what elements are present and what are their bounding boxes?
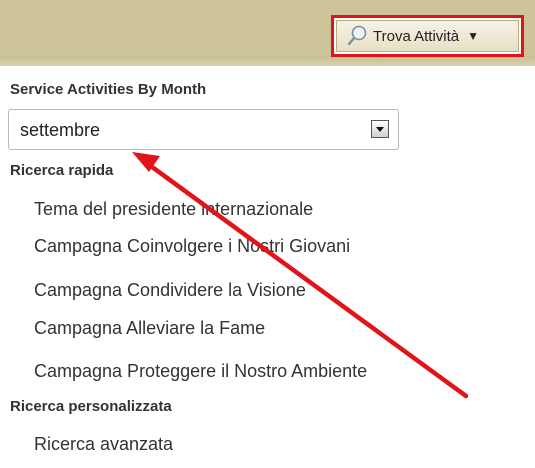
highlight-box: Trova Attività ▼: [331, 15, 524, 57]
month-select-value: settembre: [20, 120, 101, 140]
quick-search-item[interactable]: Campagna Coinvolgere i Nostri Giovani: [34, 236, 350, 257]
advanced-search-link[interactable]: Ricerca avanzata: [34, 434, 173, 455]
dropdown-arrow-icon[interactable]: [371, 120, 389, 138]
page: Trova Attività ▼ Service Activities By M…: [0, 0, 535, 468]
quick-search-item[interactable]: Tema del presidente internazionale: [34, 199, 313, 220]
month-select[interactable]: settembre: [8, 109, 399, 150]
top-bar-shade: [0, 56, 535, 66]
quick-search-item[interactable]: Campagna Alleviare la Fame: [34, 318, 265, 339]
chevron-down-icon: ▼: [467, 29, 480, 43]
find-activities-button[interactable]: Trova Attività ▼: [336, 20, 519, 52]
quick-search-item[interactable]: Campagna Condividere la Visione: [34, 280, 306, 301]
top-bar: Trova Attività ▼: [0, 0, 535, 66]
custom-search-title: Ricerca personalizzata: [10, 398, 172, 415]
quick-search-title: Ricerca rapida: [10, 162, 114, 179]
month-section-title: Service Activities By Month: [10, 81, 207, 98]
quick-search-item[interactable]: Campagna Proteggere il Nostro Ambiente: [34, 361, 367, 382]
search-icon: [347, 25, 367, 47]
find-activities-label: Trova Attività: [373, 27, 460, 45]
